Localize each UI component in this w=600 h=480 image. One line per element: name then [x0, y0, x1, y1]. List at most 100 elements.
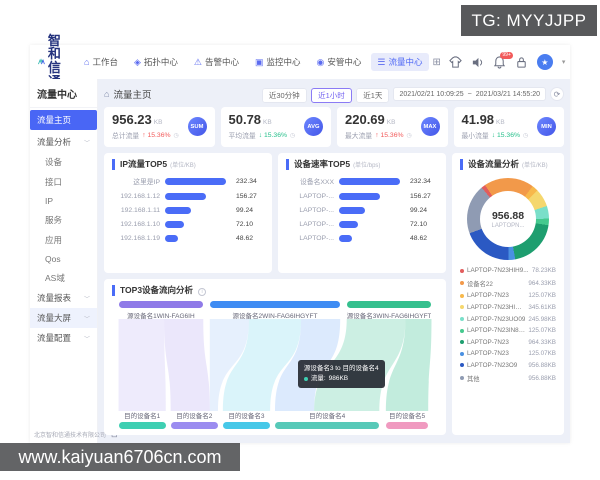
nav-item-label: 监控中心 — [267, 56, 301, 68]
nav-item-流量中心[interactable]: ☰流量中心 — [371, 53, 428, 71]
kpi-label: 总计流量 — [112, 130, 139, 140]
legend-item[interactable]: LAPTOP-7N23HIH9...78.23KB — [460, 267, 556, 274]
bar-fill[interactable] — [165, 178, 226, 185]
sidebar-item-流量报表[interactable]: 流量报表﹀ — [30, 288, 97, 308]
security-icon: ◉ — [317, 57, 325, 68]
bar-track — [165, 235, 231, 242]
user-avatar[interactable]: ★ — [537, 54, 553, 70]
nav-item-拓扑中心[interactable]: ◈拓扑中心 — [128, 53, 184, 71]
bar-label: 设备名XXX — [286, 176, 334, 186]
legend-value: 125.07KB — [528, 292, 556, 299]
target-node-label: 目的设备名1 — [119, 410, 166, 420]
bar-fill[interactable] — [339, 193, 380, 200]
kpi-badge-sum: SUM — [188, 117, 207, 136]
bar-row: 192.168.1.1948.62 — [112, 235, 264, 242]
sidebar-item-流量大屏[interactable]: 流量大屏﹀ — [30, 308, 97, 328]
legend-item[interactable]: LAPTOP-7N23HIH8...345.61KB — [460, 304, 556, 311]
kpi-label: 平均流量 — [229, 130, 256, 140]
legend-item[interactable]: LAPTOP-7N23UO09245.98KB — [460, 316, 556, 323]
sidebar-item-流量主页[interactable]: 流量主页 — [30, 110, 97, 130]
sidebar-item-流量分析[interactable]: 流量分析﹀ — [30, 132, 97, 152]
legend-dot — [460, 363, 464, 367]
source-node-源设备名3WIN-FAG6IHGYFT[interactable] — [347, 301, 432, 308]
info-icon[interactable]: i — [198, 288, 206, 296]
legend-item[interactable]: LAPTOP-7N23964.33KB — [460, 339, 556, 346]
legend-item[interactable]: 其他956.88KB — [460, 374, 556, 383]
sidebar: 流量中心 流量主页流量分析﹀设备接口IP服务应用QosAS域流量报表﹀流量大屏﹀… — [30, 79, 98, 443]
sound-icon[interactable] — [471, 56, 484, 69]
target-node-label: 目的设备名4 — [275, 410, 379, 420]
sidebar-item-label: 流量主页 — [37, 114, 71, 126]
kpi-unit: KB — [387, 119, 396, 126]
workbench-icon: ⌂ — [84, 57, 89, 67]
kpi-unit: KB — [154, 119, 163, 126]
legend-value: 125.07KB — [528, 350, 556, 357]
legend-item[interactable]: LAPTOP-7N23IN89...125.07KB — [460, 327, 556, 334]
legend-value: 125.07KB — [528, 327, 556, 334]
range-button-近1天[interactable]: 近1天 — [356, 88, 389, 103]
sidebar-item-服务[interactable]: 服务 — [30, 210, 97, 230]
bar-fill[interactable] — [165, 193, 206, 200]
range-button-近30分钟[interactable]: 近30分钟 — [262, 88, 307, 103]
sidebar-item-设备[interactable]: 设备 — [30, 152, 97, 172]
apps-grid-icon[interactable]: ⊞ — [433, 57, 441, 68]
legend-item[interactable]: LAPTOP-7N23125.07KB — [460, 292, 556, 299]
kpi-delta: ↑ 15.36% — [375, 132, 403, 139]
legend-item[interactable]: LAPTOP-7N23125.07KB — [460, 350, 556, 357]
bar-value: 232.34 — [410, 178, 438, 185]
nav-item-监控中心[interactable]: ▣监控中心 — [249, 53, 307, 71]
sidebar-item-IP[interactable]: IP — [30, 192, 97, 210]
kpi-badge-max: MAX — [421, 117, 440, 136]
user-menu-caret-icon[interactable]: ▾ — [562, 58, 566, 66]
nav-item-工作台[interactable]: ⌂工作台 — [78, 53, 124, 71]
device-traffic-analysis-title: 设备流量分析 (单位/KB) — [460, 159, 556, 170]
bar-value: 156.27 — [236, 193, 264, 200]
range-button-近1小时[interactable]: 近1小时 — [311, 88, 352, 103]
sankey-chart[interactable]: 源设备名1WIN-FAG6IH源设备名2WIN-FAG6IHGYFT源设备名3W… — [112, 301, 438, 429]
bar-fill[interactable] — [165, 221, 184, 228]
legend-name: LAPTOP-7N23HIH9... — [467, 267, 529, 274]
nav-item-安管中心[interactable]: ◉安管中心 — [311, 53, 368, 71]
tooltip-dot — [304, 377, 308, 381]
nav-item-label: 安管中心 — [327, 56, 361, 68]
bar-label: 192.168.1.11 — [112, 207, 160, 214]
target-node-目的设备名4[interactable] — [275, 422, 379, 429]
bar-label: LAPTOP-... — [286, 193, 334, 200]
sidebar-item-接口[interactable]: 接口 — [30, 172, 97, 192]
notification-count-badge: 99+ — [500, 52, 512, 59]
bar-fill[interactable] — [339, 221, 358, 228]
bar-fill[interactable] — [339, 207, 365, 214]
device-rate-top5-title: 设备速率TOP5 (单位/bps) — [286, 159, 438, 170]
source-node-源设备名2WIN-FAG6IHGYFT[interactable] — [210, 301, 340, 308]
legend-item[interactable]: LAPTOP-7N23O9956.88KB — [460, 362, 556, 369]
sidebar-item-流量配置[interactable]: 流量配置﹀ — [30, 328, 97, 348]
page-title: 流量主页 — [113, 87, 151, 101]
legend-value: 245.98KB — [528, 316, 556, 323]
donut-chart[interactable]: 956.88 LAPTOPN... — [467, 178, 549, 260]
bar-fill[interactable] — [165, 207, 191, 214]
legend-item[interactable]: 设备名22964.33KB — [460, 279, 556, 288]
nav-actions: 99+ ★ ▾ — [449, 54, 566, 70]
theme-shirt-icon[interactable] — [449, 56, 462, 69]
lock-icon[interactable] — [515, 56, 528, 69]
nav-item-告警中心[interactable]: ⚠告警中心 — [188, 53, 245, 71]
target-node-目的设备名2[interactable] — [171, 422, 218, 429]
sidebar-item-Qos[interactable]: Qos — [30, 250, 97, 268]
target-node-目的设备名1[interactable] — [119, 422, 166, 429]
bar-fill[interactable] — [339, 235, 352, 242]
notification-bell-icon[interactable]: 99+ — [493, 56, 506, 69]
target-node-目的设备名3[interactable] — [223, 422, 270, 429]
bar-fill[interactable] — [165, 235, 178, 242]
target-node-目的设备名5[interactable] — [386, 422, 428, 429]
ip-traffic-top5-card: IP流量TOP5 (单位/KB) 这里是IP232.34192.168.1.12… — [104, 153, 272, 273]
refresh-button[interactable]: ⟳ — [550, 87, 564, 101]
sidebar-item-AS域[interactable]: AS域 — [30, 268, 97, 288]
chevron-down-icon: ﹀ — [84, 334, 90, 343]
legend-dot — [460, 294, 464, 298]
date-range-picker[interactable]: 2021/02/21 10:09:25 ~ 2021/03/21 14:55:2… — [393, 87, 546, 101]
source-node-源设备名1WIN-FAG6IH[interactable] — [119, 301, 204, 308]
sidebar-item-应用[interactable]: 应用 — [30, 230, 97, 250]
legend-name: LAPTOP-7N23 — [467, 292, 525, 299]
chevron-down-icon: ﹀ — [84, 314, 90, 323]
bar-fill[interactable] — [339, 178, 400, 185]
